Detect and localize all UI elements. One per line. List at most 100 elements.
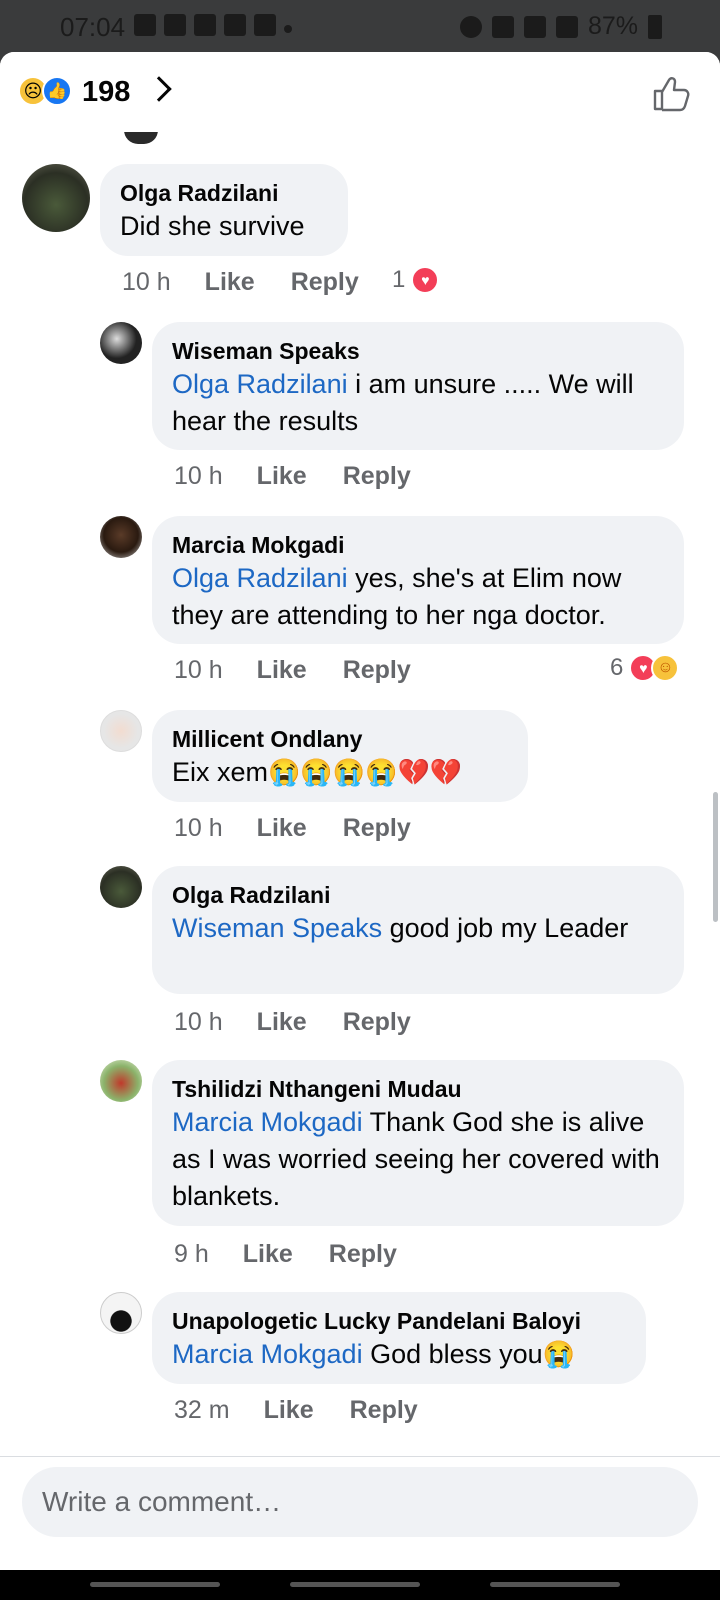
reaction-count: 6: [610, 654, 624, 681]
avatar[interactable]: [100, 1060, 142, 1102]
reply-button[interactable]: Reply: [329, 1240, 397, 1269]
comment-author[interactable]: Unapologetic Lucky Pandelani Baloyi: [172, 1306, 626, 1336]
signal-icon: [555, 15, 578, 38]
comment-bubble: Olga Radzilani Wiseman Speaks good job m…: [152, 866, 684, 994]
avatar: [124, 130, 158, 144]
comment-bubble: Millicent Ondlany Eix xem😭😭😭😭💔💔: [152, 710, 528, 802]
reply-button[interactable]: Reply: [343, 462, 411, 491]
reaction-count: 1: [392, 266, 406, 293]
mention-link[interactable]: Olga Radzilani: [172, 369, 348, 399]
comment-time[interactable]: 32 m: [174, 1396, 230, 1425]
mention-link[interactable]: Olga Radzilani: [172, 563, 348, 593]
avatar[interactable]: [100, 1292, 142, 1334]
avatar[interactable]: [100, 516, 142, 558]
notification-icons: [134, 14, 292, 36]
comment-author[interactable]: Tshilidzi Nthangeni Mudau: [172, 1074, 664, 1104]
mention-link[interactable]: Marcia Mokgadi: [172, 1107, 363, 1137]
gmail-icon: [224, 14, 246, 36]
crying-emoji-icon: 😭😭😭😭💔💔: [268, 757, 463, 787]
comment-bubble: Marcia Mokgadi Olga Radzilani yes, she's…: [152, 516, 684, 644]
like-reaction-icon: 👍: [42, 76, 72, 106]
like-button[interactable]: Like: [243, 1240, 293, 1269]
comment-author[interactable]: Millicent Ondlany: [172, 724, 508, 754]
like-button[interactable]: Like: [257, 462, 307, 491]
comment-actions: 10 h Like Reply: [174, 462, 411, 491]
checkbox-icon: [194, 14, 216, 36]
comment-actions: 9 h Like Reply: [174, 1240, 397, 1269]
like-button[interactable]: Like: [264, 1396, 314, 1425]
comment-time[interactable]: 10 h: [122, 268, 171, 297]
battery-icon: [648, 14, 662, 39]
comment-actions: 10 h Like Reply: [174, 1008, 411, 1037]
comment-author[interactable]: Marcia Mokgadi: [172, 530, 664, 560]
gmail-icon: [254, 14, 276, 36]
comment-time[interactable]: 10 h: [174, 1008, 223, 1037]
home-button[interactable]: [290, 1582, 420, 1587]
reply-button[interactable]: Reply: [350, 1396, 418, 1425]
care-reaction-icon: ☺: [651, 654, 680, 682]
mention-link[interactable]: Marcia Mokgadi: [172, 1339, 363, 1369]
comment-author[interactable]: Olga Radzilani: [172, 880, 664, 910]
wifi-icon: [523, 15, 546, 38]
comment-actions: 10 h Like Reply: [122, 268, 359, 297]
comment-reactions[interactable]: 6 ♥ ☺: [610, 654, 680, 682]
reaction-count[interactable]: 198: [82, 76, 130, 109]
reply-button[interactable]: Reply: [291, 268, 359, 297]
chevron-right-icon[interactable]: [146, 76, 172, 102]
message-icon: [134, 14, 156, 36]
comment-actions: 10 h Like Reply: [174, 656, 411, 685]
avatar[interactable]: [100, 322, 142, 364]
comment-bubble: Olga Radzilani Did she survive: [100, 164, 348, 256]
comment-text: Marcia Mokgadi God bless you😭: [172, 1339, 576, 1369]
comment-text: Olga Radzilani yes, she's at Elim now th…: [172, 563, 622, 630]
dot-icon: [284, 24, 292, 33]
system-icons: 87%: [459, 12, 662, 41]
reply-button[interactable]: Reply: [343, 1008, 411, 1037]
crying-emoji-icon: 😭: [542, 1339, 576, 1369]
comment-input[interactable]: Write a comment…: [22, 1467, 698, 1537]
comment-composer: Write a comment…: [0, 1456, 720, 1570]
app-icon: [164, 14, 186, 36]
recents-button[interactable]: [90, 1582, 220, 1587]
comment-text: Olga Radzilani i am unsure ..... We will…: [172, 369, 634, 436]
alarm-icon: [459, 15, 482, 38]
reactions-header: ☹ 👍 198: [0, 52, 720, 132]
scrollbar[interactable]: [713, 792, 718, 922]
comment-text: Did she survive: [120, 211, 305, 241]
comment-reactions[interactable]: 1 ♥: [392, 266, 440, 294]
mention-link[interactable]: Wiseman Speaks: [172, 913, 382, 943]
status-bar: 07:04 87%: [0, 0, 720, 54]
comment-time[interactable]: 9 h: [174, 1240, 209, 1269]
comment-author[interactable]: Olga Radzilani: [120, 178, 328, 208]
comment-actions: 32 m Like Reply: [174, 1396, 418, 1425]
comment-text: Eix xem😭😭😭😭💔💔: [172, 757, 463, 787]
comments-sheet: ☹ 👍 198 Olga Radzilani Did she survive 1…: [0, 52, 720, 1570]
like-button[interactable]: Like: [257, 814, 307, 843]
like-button[interactable]: Like: [257, 656, 307, 685]
like-button[interactable]: Like: [205, 268, 255, 297]
comment-actions: 10 h Like Reply: [174, 814, 411, 843]
status-time: 07:04: [60, 12, 126, 42]
system-nav-bar: [0, 1570, 720, 1600]
reply-button[interactable]: Reply: [343, 814, 411, 843]
battery-percent: 87%: [587, 12, 638, 40]
comment-text: Wiseman Speaks good job my Leader: [172, 913, 629, 943]
comment-text: Marcia Mokgadi Thank God she is alive as…: [172, 1107, 660, 1211]
reaction-summary[interactable]: ☹ 👍: [18, 76, 72, 106]
comment-time[interactable]: 10 h: [174, 462, 223, 491]
comment-bubble: Wiseman Speaks Olga Radzilani i am unsur…: [152, 322, 684, 450]
mute-icon: [491, 15, 514, 38]
comment-bubble: Tshilidzi Nthangeni Mudau Marcia Mokgadi…: [152, 1060, 684, 1226]
back-button[interactable]: [490, 1582, 620, 1587]
comment-author[interactable]: Wiseman Speaks: [172, 336, 664, 366]
comment-time[interactable]: 10 h: [174, 814, 223, 843]
avatar[interactable]: [100, 710, 142, 752]
reply-button[interactable]: Reply: [343, 656, 411, 685]
like-button[interactable]: Like: [257, 1008, 307, 1037]
heart-reaction-icon: ♥: [411, 266, 440, 294]
like-thumb-icon[interactable]: [652, 76, 690, 112]
avatar[interactable]: [22, 164, 90, 232]
comment-bubble: Unapologetic Lucky Pandelani Baloyi Marc…: [152, 1292, 646, 1384]
avatar[interactable]: [100, 866, 142, 908]
comment-time[interactable]: 10 h: [174, 656, 223, 685]
